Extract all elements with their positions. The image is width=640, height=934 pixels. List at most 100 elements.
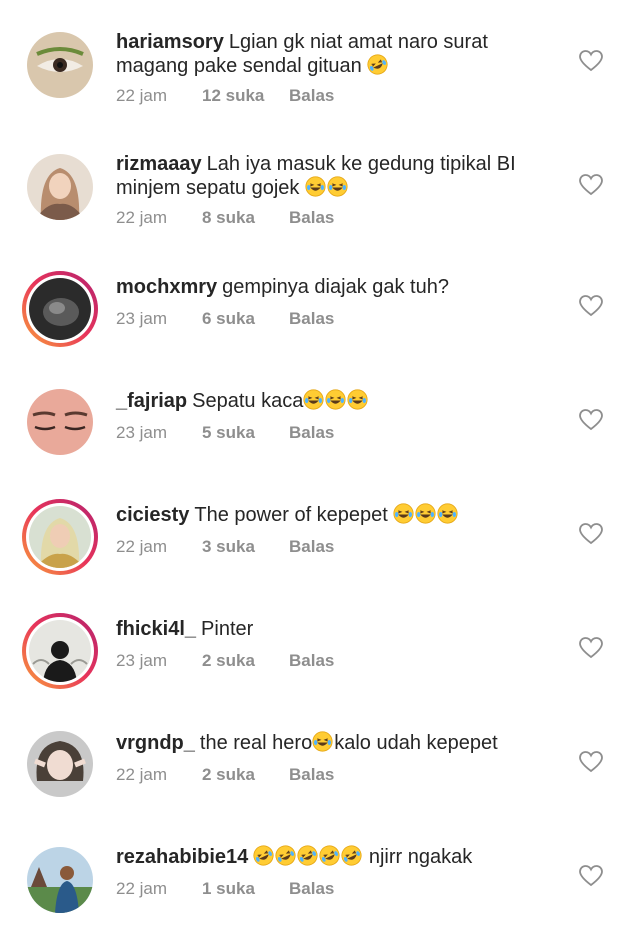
- comment-meta: 22 jam 8 suka Balas: [116, 208, 334, 228]
- comment-time: 22 jam: [116, 537, 168, 556]
- comment-item: rezahabibie14 njirr ngakak 22 jam 1 suka B…: [0, 815, 640, 929]
- comment-meta: 23 jam 2 suka Balas: [116, 651, 334, 671]
- avatar[interactable]: [29, 506, 91, 568]
- tears-of-joy-emoji-icon: [305, 176, 326, 197]
- username[interactable]: ciciesty: [116, 504, 189, 526]
- comment-time: 22 jam: [116, 879, 168, 898]
- comment-body-after: kalo udah kepepet: [334, 732, 498, 754]
- comment-text: fhicki4l_ Pinter: [116, 617, 556, 641]
- rolling-laughing-emoji-icon: [275, 845, 296, 866]
- comment-meta: 22 jam 12 suka Balas: [116, 86, 334, 106]
- emoji-group: [253, 845, 363, 868]
- heart-icon[interactable]: [579, 295, 603, 317]
- like-count[interactable]: 12 suka: [202, 86, 289, 106]
- like-count[interactable]: 2 suka: [202, 765, 289, 785]
- avatar[interactable]: [29, 278, 91, 340]
- username[interactable]: mochxmry: [116, 276, 217, 298]
- comment-text: _fajriap Sepatu kaca: [116, 389, 556, 413]
- tears-of-joy-emoji-icon: [327, 176, 348, 197]
- comment-text: ciciesty The power of kepepet: [116, 503, 556, 527]
- username[interactable]: _fajriap: [116, 390, 187, 412]
- comment-time: 23 jam: [116, 423, 168, 442]
- username[interactable]: rizmaaay: [116, 153, 202, 175]
- comment-text: rezahabibie14 njirr ngakak: [116, 845, 556, 869]
- comment-item: mochxmry gempinya diajak gak tuh? 23 jam 6…: [0, 245, 640, 359]
- reply-button[interactable]: Balas: [289, 208, 334, 228]
- tears-of-joy-emoji-icon: [312, 731, 333, 752]
- avatar[interactable]: [27, 731, 93, 797]
- comment-time: 22 jam: [116, 765, 168, 784]
- comment-text: rizmaaay Lah iya masuk ke gedung tipikal …: [116, 152, 556, 200]
- rolling-laughing-emoji-icon: [367, 54, 388, 75]
- avatar[interactable]: [27, 154, 93, 220]
- avatar[interactable]: [29, 620, 91, 682]
- heart-icon[interactable]: [579, 637, 603, 659]
- emoji-group: [303, 389, 369, 412]
- avatar[interactable]: [27, 389, 93, 455]
- avatar[interactable]: [27, 847, 93, 913]
- username[interactable]: rezahabibie14: [116, 846, 248, 868]
- comment-time: 23 jam: [116, 651, 168, 670]
- heart-icon[interactable]: [579, 523, 603, 545]
- comment-body: the real hero: [199, 732, 313, 754]
- emoji-group: [312, 731, 334, 754]
- reply-button[interactable]: Balas: [289, 879, 334, 899]
- heart-icon[interactable]: [579, 50, 603, 72]
- reply-button[interactable]: Balas: [289, 423, 334, 443]
- rolling-laughing-emoji-icon: [319, 845, 340, 866]
- comment-text: mochxmry gempinya diajak gak tuh?: [116, 275, 556, 299]
- like-count[interactable]: 1 suka: [202, 879, 289, 899]
- reply-button[interactable]: Balas: [289, 765, 334, 785]
- story-ring[interactable]: [22, 271, 98, 347]
- rolling-laughing-emoji-icon: [297, 845, 318, 866]
- story-ring[interactable]: [22, 499, 98, 575]
- tears-of-joy-emoji-icon: [437, 503, 459, 524]
- reply-button[interactable]: Balas: [289, 86, 334, 106]
- comment-meta: 23 jam 6 suka Balas: [116, 309, 334, 329]
- comment-item: rizmaaay Lah iya masuk ke gedung tipikal …: [0, 122, 640, 236]
- rolling-laughing-emoji-icon: [341, 845, 362, 866]
- heart-icon[interactable]: [579, 865, 603, 887]
- like-count[interactable]: 6 suka: [202, 309, 289, 329]
- like-count[interactable]: 3 suka: [202, 537, 289, 557]
- comment-body: Pinter: [201, 618, 254, 640]
- tears-of-joy-emoji-icon: [415, 503, 437, 524]
- heart-icon[interactable]: [579, 409, 603, 431]
- comment-item: _fajriap Sepatu kaca 23 jam 5 suka Balas: [0, 359, 640, 473]
- emoji-group: [367, 54, 389, 77]
- heart-icon[interactable]: [579, 751, 603, 773]
- emoji-group: [393, 503, 459, 526]
- comment-time: 23 jam: [116, 309, 168, 328]
- comment-text: vrgndp_ the real hero kalo udah kepepet: [116, 731, 556, 755]
- comment-time: 22 jam: [116, 86, 168, 105]
- reply-button[interactable]: Balas: [289, 537, 334, 557]
- comment-item: ciciesty The power of kepepet 22 jam 3 suk…: [0, 473, 640, 587]
- comment-item: hariamsory Lgian gk niat amat naro surat …: [0, 0, 640, 114]
- comment-text: hariamsory Lgian gk niat amat naro surat …: [116, 30, 556, 78]
- emoji-group: [305, 176, 349, 199]
- comment-body: The power of kepepet: [194, 504, 388, 526]
- comment-body: gempinya diajak gak tuh?: [222, 276, 449, 298]
- like-count[interactable]: 8 suka: [202, 208, 289, 228]
- story-ring[interactable]: [22, 613, 98, 689]
- comment-body-after: njirr ngakak: [368, 846, 473, 868]
- comment-time: 22 jam: [116, 208, 168, 227]
- reply-button[interactable]: Balas: [289, 309, 334, 329]
- avatar[interactable]: [27, 32, 93, 98]
- comment-item: fhicki4l_ Pinter 23 jam 2 suka Balas: [0, 587, 640, 701]
- comment-meta: 23 jam 5 suka Balas: [116, 423, 334, 443]
- reply-button[interactable]: Balas: [289, 651, 334, 671]
- like-count[interactable]: 2 suka: [202, 651, 289, 671]
- username[interactable]: hariamsory: [116, 31, 224, 53]
- tears-of-joy-emoji-icon: [325, 389, 346, 410]
- comment-body: Sepatu kaca: [192, 390, 304, 412]
- comment-meta: 22 jam 3 suka Balas: [116, 537, 334, 557]
- rolling-laughing-emoji-icon: [253, 845, 274, 866]
- tears-of-joy-emoji-icon: [393, 503, 415, 524]
- heart-icon[interactable]: [579, 174, 603, 196]
- like-count[interactable]: 5 suka: [202, 423, 289, 443]
- comment-item: vrgndp_ the real hero kalo udah kepepet 22…: [0, 701, 640, 815]
- tears-of-joy-emoji-icon: [303, 389, 324, 410]
- username[interactable]: fhicki4l_: [116, 618, 196, 640]
- username[interactable]: vrgndp_: [116, 732, 195, 754]
